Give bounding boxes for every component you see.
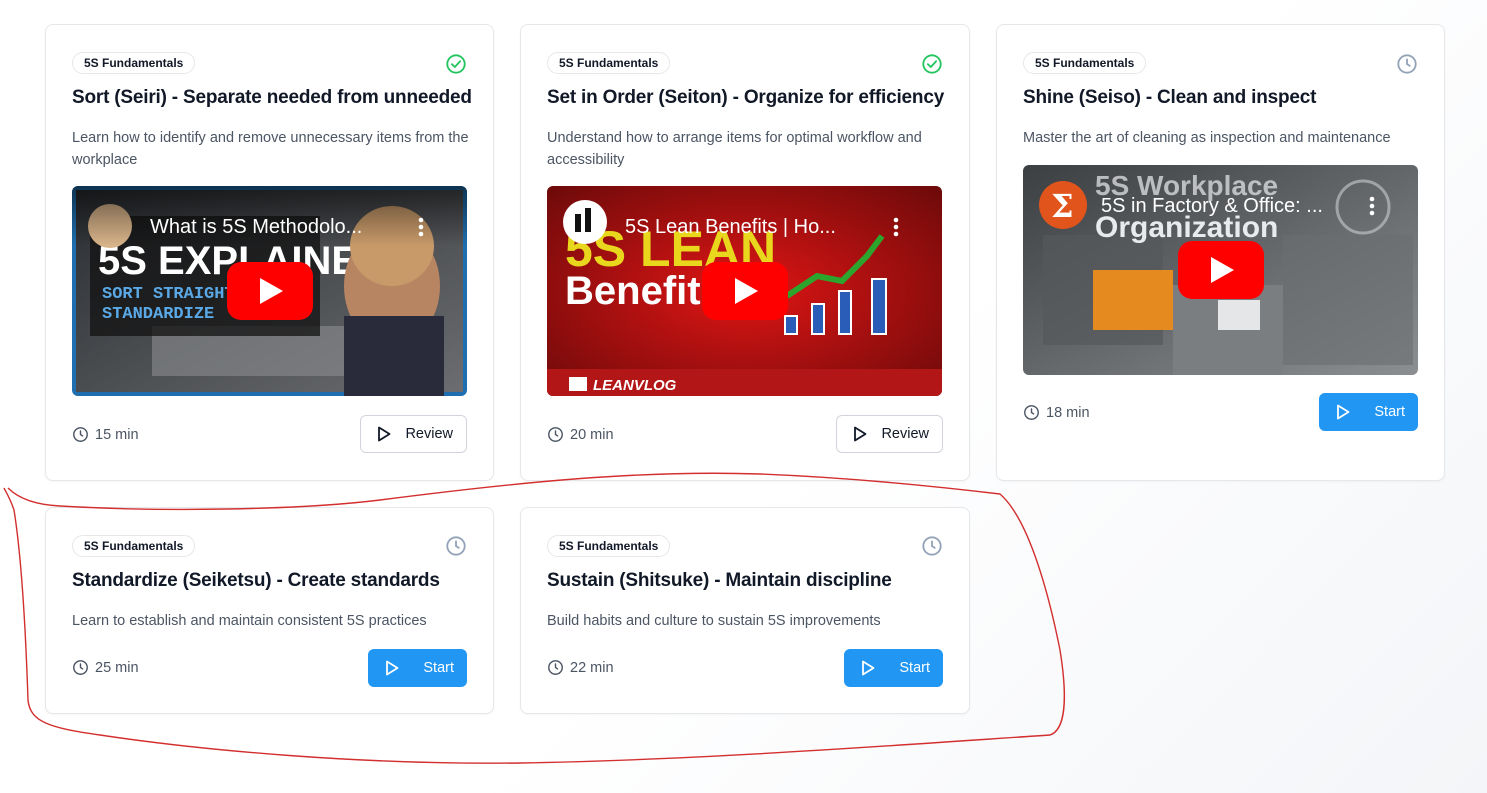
category-badge: 5S Fundamentals — [547, 52, 671, 74]
lesson-card-sustain: 5S Fundamentals Sustain (Shitsuke) - Mai… — [520, 507, 970, 714]
video-player[interactable]: 5S Workplace Organization Σ 5S in Factor… — [1023, 165, 1418, 375]
duration: 20 min — [547, 426, 614, 443]
duration-text: 20 min — [570, 426, 614, 443]
lesson-card-standardize: 5S Fundamentals Standardize (Seiketsu) -… — [45, 507, 494, 714]
lesson-title: Standardize (Seiketsu) - Create standard… — [72, 570, 440, 591]
duration-text: 22 min — [570, 659, 614, 676]
video-title: What is 5S Methodolo... — [150, 216, 362, 238]
clock-icon — [73, 427, 88, 442]
start-button[interactable]: Start — [1319, 393, 1418, 431]
svg-text:Σ: Σ — [1051, 187, 1074, 225]
video-overlay-text: SORT STRAIGHT — [102, 285, 235, 304]
lesson-description: Learn to establish and maintain consiste… — [72, 613, 427, 629]
button-label: Review — [881, 426, 929, 442]
duration: 22 min — [547, 659, 614, 676]
lesson-title: Shine (Seiso) - Clean and inspect — [1023, 87, 1317, 108]
lesson-title: Sustain (Shitsuke) - Maintain discipline — [547, 570, 892, 591]
review-button[interactable]: Review — [836, 415, 943, 453]
video-title: 5S Lean Benefits | Ho... — [625, 216, 836, 238]
clock-icon — [1397, 54, 1417, 74]
button-label: Start — [1374, 404, 1405, 420]
category-badge: 5S Fundamentals — [547, 535, 671, 557]
category-badge: 5S Fundamentals — [1023, 52, 1147, 74]
play-icon — [854, 426, 867, 442]
clock-icon — [922, 536, 942, 556]
play-icon — [386, 660, 399, 676]
lesson-description: Master the art of cleaning as inspection… — [1023, 130, 1391, 146]
clock-icon — [548, 660, 563, 675]
lesson-description: Build habits and culture to sustain 5S i… — [547, 613, 881, 629]
duration-text: 25 min — [95, 659, 139, 676]
duration-text: 15 min — [95, 426, 139, 443]
clock-icon — [73, 660, 88, 675]
video-overlay-text: STANDARDIZE — [102, 305, 214, 324]
video-title: 5S in Factory & Office: ... — [1101, 195, 1323, 217]
lesson-card-set-in-order: 5S Fundamentals Set in Order (Seiton) - … — [520, 24, 970, 481]
play-icon — [862, 660, 875, 676]
clock-icon — [446, 536, 466, 556]
duration: 15 min — [72, 426, 139, 443]
button-label: Review — [405, 426, 453, 442]
category-badge: 5S Fundamentals — [72, 52, 196, 74]
lesson-card-shine: 5S Fundamentals Shine (Seiso) - Clean an… — [996, 24, 1445, 481]
start-button[interactable]: Start — [844, 649, 943, 687]
lesson-title: Set in Order (Seiton) - Organize for eff… — [547, 87, 945, 108]
play-icon — [1337, 404, 1350, 420]
lesson-description: Learn how to identify and remove unneces… — [72, 130, 469, 168]
duration: 25 min — [72, 659, 139, 676]
video-overlay-text: Benefits — [565, 269, 723, 313]
category-badge: 5S Fundamentals — [72, 535, 196, 557]
lesson-description: Understand how to arrange items for opti… — [547, 130, 922, 168]
video-overlay-text: LEANVLOG — [593, 377, 677, 394]
lesson-card-sort: 5S Fundamentals Sort (Seiri) - Separate … — [45, 24, 494, 481]
clock-icon — [548, 427, 563, 442]
lesson-title: Sort (Seiri) - Separate needed from unne… — [72, 87, 472, 108]
button-label: Start — [899, 660, 930, 676]
video-player[interactable]: 5S LEAN Benefits LEANVLOG 5S Lean Benefi… — [547, 186, 942, 396]
video-player[interactable]: 5S EXPLAINED SORT STRAIGHT STANDARDIZE W… — [72, 186, 467, 396]
review-button[interactable]: Review — [360, 415, 467, 453]
duration-text: 18 min — [1046, 404, 1090, 421]
button-label: Start — [423, 660, 454, 676]
start-button[interactable]: Start — [368, 649, 467, 687]
play-icon — [378, 426, 391, 442]
duration: 18 min — [1023, 404, 1090, 421]
check-circle-icon — [922, 54, 942, 74]
clock-icon — [1024, 405, 1039, 420]
check-circle-icon — [446, 54, 466, 74]
